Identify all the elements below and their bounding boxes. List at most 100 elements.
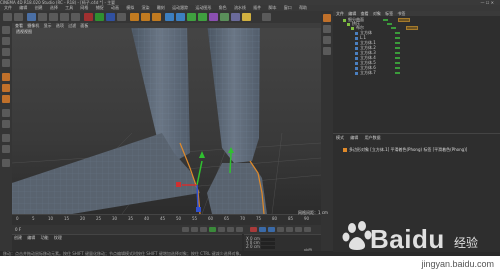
edges-mode-icon[interactable] xyxy=(2,84,10,92)
play-icon[interactable] xyxy=(209,227,216,232)
menu-window[interactable]: 窗口 xyxy=(284,5,292,10)
list-item[interactable]: 立方体.2 xyxy=(355,46,500,50)
array-icon[interactable] xyxy=(198,13,207,21)
menu-motion-tracker[interactable]: 运动跟踪 xyxy=(172,5,188,10)
view-menu-view[interactable]: 查看 xyxy=(15,23,23,28)
next-frame-icon[interactable] xyxy=(218,227,225,232)
menu-help[interactable]: 帮助 xyxy=(299,5,307,10)
layers-tab-icon[interactable] xyxy=(323,47,331,55)
list-item[interactable]: 立方体.6 xyxy=(355,66,500,70)
visibility-toggle[interactable] xyxy=(395,72,400,74)
view-menu-filter[interactable]: 过滤 xyxy=(68,23,76,28)
y-axis-icon[interactable] xyxy=(95,13,104,21)
visibility-toggle[interactable] xyxy=(391,27,396,29)
material-menu-edit[interactable]: 编辑 xyxy=(27,235,35,240)
material-menu-function[interactable]: 功能 xyxy=(41,235,49,240)
deformer-icon[interactable] xyxy=(209,13,218,21)
auto-key-icon[interactable] xyxy=(259,227,266,232)
parameter-key-icon[interactable] xyxy=(304,227,311,232)
coordinate-system-icon[interactable] xyxy=(117,13,126,21)
material-menu-texture[interactable]: 纹理 xyxy=(54,235,62,240)
recent-tool-icon[interactable] xyxy=(71,13,80,21)
rotation-key-icon[interactable] xyxy=(295,227,302,232)
points-mode-icon[interactable] xyxy=(2,73,10,81)
object-menu-bookmarks[interactable]: 书签 xyxy=(397,11,405,16)
go-to-end-icon[interactable] xyxy=(236,227,243,232)
render-view-icon[interactable] xyxy=(130,13,139,21)
render-to-picture-viewer-icon[interactable] xyxy=(141,13,150,21)
view-menu-cameras[interactable]: 摄像机 xyxy=(27,23,39,28)
x-axis-arrow-icon[interactable] xyxy=(176,182,181,187)
z-axis-arrow-icon[interactable] xyxy=(196,207,201,212)
redo-icon[interactable] xyxy=(14,13,23,21)
menu-mograph[interactable]: 运动图形 xyxy=(195,5,211,10)
current-frame[interactable]: 0 F xyxy=(15,227,21,232)
pen-icon[interactable] xyxy=(176,13,185,21)
floor-icon[interactable] xyxy=(220,13,229,21)
z-axis-handle[interactable] xyxy=(196,184,199,209)
visibility-toggle[interactable] xyxy=(383,19,388,21)
object-menu-view[interactable]: 查看 xyxy=(361,11,369,16)
list-item[interactable]: 立方体.1 xyxy=(355,41,500,45)
watermark-url[interactable]: jingyan.baidu.com xyxy=(421,259,494,269)
layout-icon[interactable] xyxy=(262,13,271,21)
object-menu-edit[interactable]: 编辑 xyxy=(348,11,356,16)
list-item[interactable]: 立方体 xyxy=(355,31,500,35)
menu-file[interactable]: 文件 xyxy=(4,5,12,10)
go-to-start-icon[interactable] xyxy=(182,227,189,232)
render-settings-icon[interactable] xyxy=(152,13,161,21)
object-menu-file[interactable]: 文件 xyxy=(336,11,344,16)
list-item[interactable]: 立方体.7 xyxy=(355,71,500,75)
menu-script[interactable]: 脚本 xyxy=(269,5,277,10)
camera-icon[interactable] xyxy=(231,13,240,21)
attribute-menu-user-data[interactable]: 用户数据 xyxy=(365,135,381,140)
objects-tab-icon[interactable] xyxy=(323,14,331,22)
rotate-icon[interactable] xyxy=(60,13,69,21)
menu-plugins[interactable]: 插件 xyxy=(253,5,261,10)
keyframe-selection-icon[interactable] xyxy=(268,227,275,232)
record-icon[interactable] xyxy=(250,227,257,232)
attribute-menu-mode[interactable]: 模式 xyxy=(336,135,344,140)
menu-tools[interactable]: 工具 xyxy=(65,5,73,10)
make-editable-icon[interactable] xyxy=(2,26,10,34)
visibility-toggle[interactable] xyxy=(395,42,400,44)
subdivision-icon[interactable] xyxy=(187,13,196,21)
list-item[interactable]: 布尔 xyxy=(351,26,500,30)
object-menu-objects[interactable]: 对象 xyxy=(373,11,381,16)
menu-mesh[interactable]: 网格 xyxy=(80,5,88,10)
menu-edit[interactable]: 编辑 xyxy=(19,5,27,10)
y-axis-handle-2[interactable] xyxy=(229,152,232,174)
previous-key-icon[interactable] xyxy=(191,227,198,232)
visibility-toggle[interactable] xyxy=(395,52,400,54)
texture-mode-icon[interactable] xyxy=(2,48,10,56)
structure-tab-icon[interactable] xyxy=(323,36,331,44)
undo-icon[interactable] xyxy=(3,13,12,21)
list-item[interactable]: 立方体.4 xyxy=(355,56,500,60)
previous-frame-icon[interactable] xyxy=(200,227,207,232)
list-item[interactable]: L.1 xyxy=(355,36,500,40)
attribute-menu-edit[interactable]: 编辑 xyxy=(350,135,358,140)
menu-render[interactable]: 渲染 xyxy=(142,5,150,10)
visibility-toggle[interactable] xyxy=(395,32,400,34)
phong-tag-icon[interactable] xyxy=(406,26,418,30)
solo-icon[interactable] xyxy=(2,159,10,167)
light-icon[interactable] xyxy=(242,13,251,21)
polygons-mode-icon[interactable] xyxy=(2,95,10,103)
model-mode-icon[interactable] xyxy=(2,37,10,45)
x-axis-icon[interactable] xyxy=(84,13,93,21)
list-item[interactable]: 立方体.5 xyxy=(355,61,500,65)
z-axis-icon[interactable] xyxy=(106,13,115,21)
visibility-toggle[interactable] xyxy=(395,47,400,49)
axis-mode-icon[interactable] xyxy=(2,109,10,117)
visibility-toggle[interactable] xyxy=(395,67,400,69)
content-browser-tab-icon[interactable] xyxy=(323,25,331,33)
visibility-toggle[interactable] xyxy=(387,23,392,25)
3d-viewport[interactable] xyxy=(12,23,321,214)
scale-key-icon[interactable] xyxy=(286,227,293,232)
workplane-lock-icon[interactable] xyxy=(2,145,10,153)
cube-icon[interactable] xyxy=(165,13,174,21)
position-key-icon[interactable] xyxy=(277,227,284,232)
visibility-toggle[interactable] xyxy=(395,62,400,64)
menu-create[interactable]: 创建 xyxy=(35,5,43,10)
menu-sculpt[interactable]: 雕刻 xyxy=(157,5,165,10)
